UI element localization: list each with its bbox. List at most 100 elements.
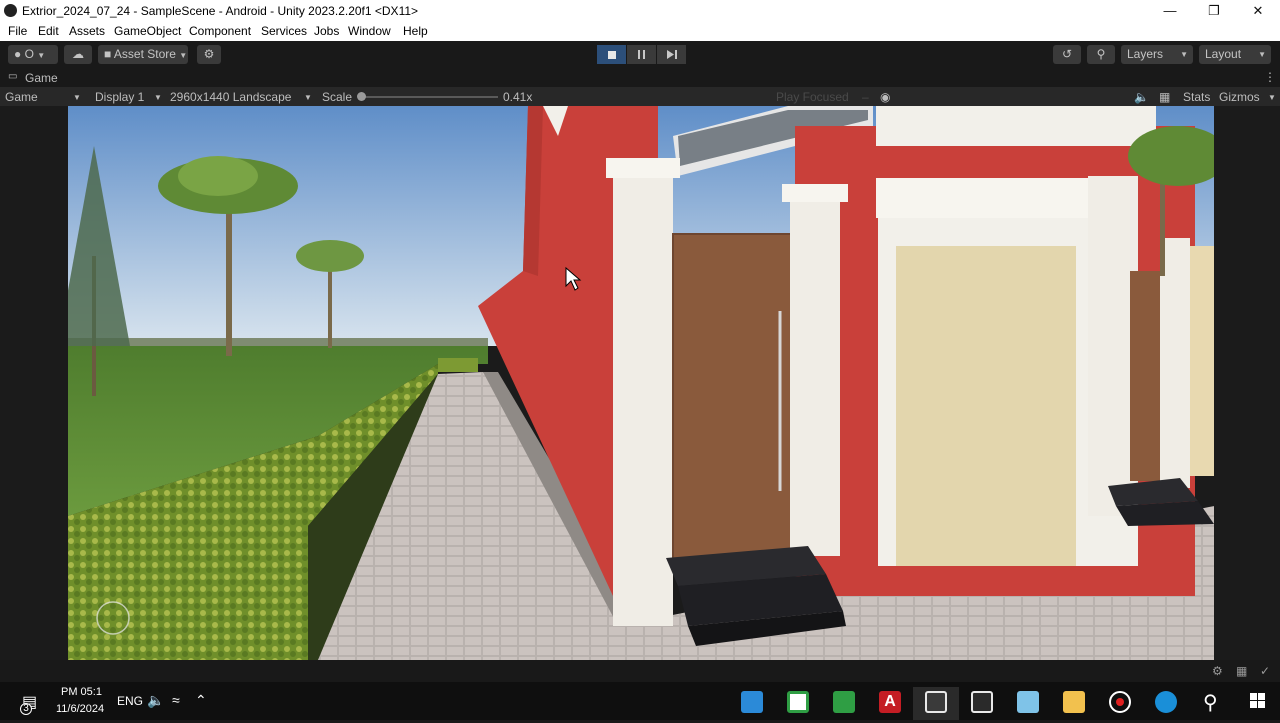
restore-icon[interactable]: ❐ [1192,0,1236,21]
menu-bar: File Edit Assets GameObject Component Se… [0,21,1280,41]
camtasia-icon [787,691,809,713]
file-explorer-app[interactable] [1051,687,1097,720]
photos-app[interactable] [729,687,775,720]
history-icon: ↺ [1061,47,1073,61]
close-icon[interactable]: ✕ [1236,0,1280,21]
status-bar: ⚙ ▦ ✓ [0,660,1280,682]
layout-dropdown[interactable]: Layout ▼ [1199,45,1271,64]
asset-store-label: Asset Store [113,47,176,61]
menu-edit[interactable]: Edit [38,24,59,38]
notepad-icon [1017,691,1039,713]
autocad-app[interactable]: A [867,687,913,720]
account-dropdown[interactable]: ● O ▼ [8,45,58,64]
chevron-down-icon: ▼ [1268,93,1276,102]
menu-window[interactable]: Window [348,24,391,38]
notification-count: 3 [20,703,32,715]
menu-assets[interactable]: Assets [69,24,105,38]
autocad-icon: A [879,691,901,713]
chevron-down-icon: ▼ [304,93,312,102]
display-dropdown[interactable]: Display 1 [95,90,144,104]
menu-component[interactable]: Component [189,24,251,38]
cloud-icon: ☁ [72,47,84,61]
pause-button[interactable] [627,45,656,64]
game-scene-render[interactable] [68,106,1214,660]
language-indicator[interactable]: ENG [117,694,143,708]
check-icon[interactable]: ✓ [1260,664,1270,678]
camtasia-app[interactable] [775,687,821,720]
chevron-up-icon[interactable]: ⌃ [195,692,207,709]
scale-slider-handle[interactable] [357,92,366,101]
scene-image [68,106,1214,660]
scale-label: Scale [322,90,353,104]
chevron-down-icon: ▼ [73,93,81,102]
photos-icon [741,691,763,713]
menu-help[interactable]: Help [403,24,428,38]
account-label: O [24,47,34,61]
search-icon: ⚲ [1203,692,1218,714]
game-view-toolbar: Game ▼ Display 1 ▼ 2960x1440 Landscape ▼… [0,87,1280,106]
main-toolbar: ● O ▼ ☁ ■ Asset Store ▼ ⚙ ↺ ⚲ Layers ▼ L… [0,41,1280,68]
play-stop-icon [608,51,616,59]
layers-dropdown[interactable]: Layers ▼ [1121,45,1193,64]
start-button[interactable] [1234,687,1280,720]
wifi-icon[interactable]: ≈ [172,692,180,708]
edge-app[interactable] [1143,687,1189,720]
window-title: Extrior_2024_07_24 - SampleScene - Andro… [22,4,419,18]
gear-icon: ⚙ [203,47,215,61]
camtasia-recorder-icon [833,691,855,713]
history-button[interactable]: ↺ [1053,45,1081,64]
search-icon: ⚲ [1096,47,1106,61]
game-mode-dropdown[interactable]: Game [5,90,38,104]
layers-status-icon[interactable]: ▦ [1236,664,1247,678]
edge-icon [1155,691,1177,713]
resolution-dropdown[interactable]: 2960x1440 Landscape [170,90,291,104]
windows-start-icon [1250,693,1265,708]
stats-toggle[interactable]: Stats [1183,90,1210,104]
menu-services[interactable]: Services [261,24,307,38]
play-focused-dropdown[interactable]: Play Focused [776,90,849,104]
game-viewport[interactable] [0,106,1280,660]
settings-button[interactable]: ⚙ [197,45,221,64]
unity-logo-icon [4,4,17,17]
play-button[interactable] [597,45,626,64]
layout-label: Layout [1205,47,1242,61]
minimize-icon[interactable]: — [1148,0,1192,21]
account-icon: ● [14,47,22,61]
step-icon [667,50,677,59]
more-options-icon[interactable]: ⋮ [1264,70,1276,84]
unity-hub-app[interactable] [913,687,959,720]
notepad-app[interactable] [1005,687,1051,720]
asset-store-dropdown[interactable]: ■ Asset Store ▼ [98,45,188,64]
chevron-down-icon: ▼ [1258,50,1266,59]
chevron-down-icon: ▼ [1180,50,1188,59]
pause-icon [638,50,645,59]
game-tab-row: ▭ Game ⋮ [0,68,1280,87]
unity-icon [971,691,993,713]
gizmos-toggle[interactable]: Gizmos [1219,90,1260,104]
tab-game[interactable]: Game [25,71,58,85]
record-icon [1109,691,1131,713]
window-title-bar: Extrior_2024_07_24 - SampleScene - Andro… [0,0,1280,21]
record-app[interactable] [1097,687,1143,720]
audio-icon[interactable]: 🔈 [1134,90,1149,104]
cloud-button[interactable]: ☁ [64,45,92,64]
layers-label: Layers [1127,47,1164,61]
scale-slider-track[interactable] [360,96,498,98]
network-status-icon[interactable]: ⚙ [1212,664,1223,678]
clock-time[interactable]: PM 05:1 [61,686,102,698]
unity-app[interactable] [959,687,1005,720]
windows-taskbar: ▤ 3 PM 05:1 11/6/2024 ENG 🔈 ≈ ⌃ A ⚲ [0,682,1280,720]
menu-jobs[interactable]: Jobs [314,24,339,38]
grid-icon[interactable]: ▦ [1159,90,1170,104]
bug-icon[interactable]: ◉ [880,90,890,104]
camtasia-recorder-app[interactable] [821,687,867,720]
chevron-down-icon: ▼ [154,93,162,102]
menu-file[interactable]: File [8,24,27,38]
search-app[interactable]: ⚲ [1191,687,1237,720]
volume-icon[interactable]: 🔈 [147,692,164,709]
search-button[interactable]: ⚲ [1087,45,1115,64]
chevron-down-icon: ▼ [37,51,46,60]
menu-gameobject[interactable]: GameObject [114,24,181,38]
step-button[interactable] [657,45,686,64]
clock-date[interactable]: 11/6/2024 [56,703,104,715]
